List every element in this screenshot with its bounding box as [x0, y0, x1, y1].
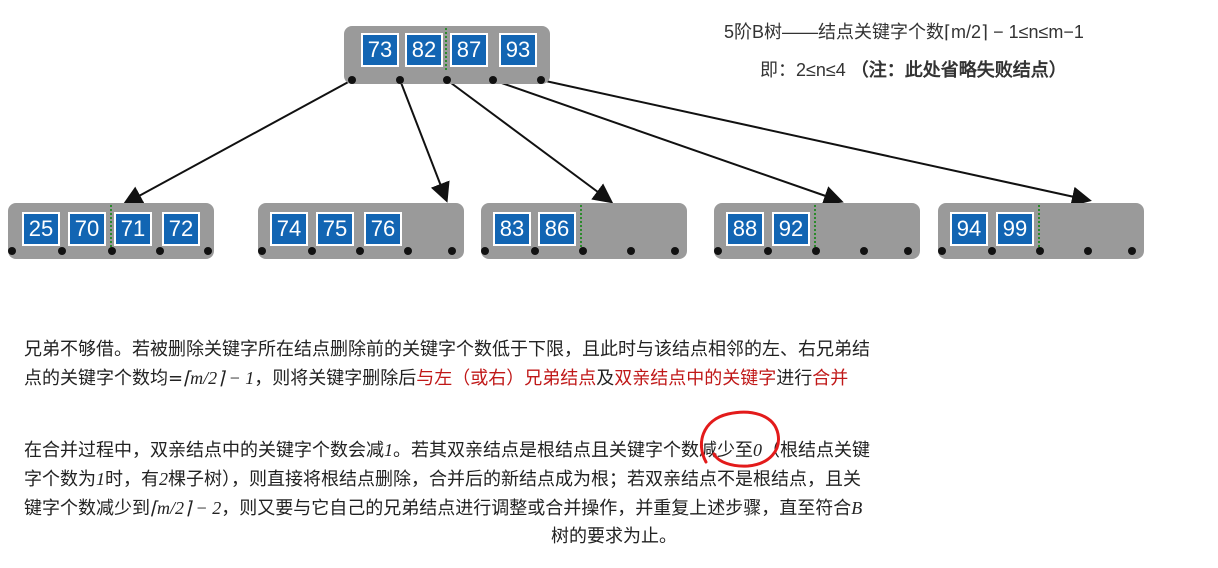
root-key-2: 82 — [405, 33, 443, 67]
child1-pointer-2 — [58, 247, 66, 255]
tree-order-formula: 5阶B树——结点关键字个数⌈m/2⌉ − 1≤n≤m−1 — [724, 22, 1084, 42]
child2-key-3: 76 — [364, 212, 402, 246]
paragraph-merge-process: 在合并过程中，双亲结点中的关键字个数会减1。若其双亲结点是根结点且关键字个数减少… — [24, 436, 1204, 551]
para2-text-b: 。若其双亲结点是 — [393, 440, 537, 461]
child1-key-2: 70 — [68, 212, 106, 246]
child5-pointer-4 — [1084, 247, 1092, 255]
para1-red-merge: 合并 — [812, 368, 849, 389]
child1-pointer-3 — [108, 247, 116, 255]
child5-pointer-3 — [1036, 247, 1044, 255]
child5-key-1: 94 — [950, 212, 988, 246]
child1-key-4: 72 — [162, 212, 200, 246]
root-divider — [445, 28, 447, 70]
para1-line1: 兄弟不够借。若被删除关键字所在结点删除前的关键字个数低于下限，且此时与该结点相邻… — [24, 339, 870, 360]
edge-root-child-4 — [492, 79, 844, 206]
root-node: 73 82 87 93 — [344, 26, 550, 84]
child4-pointer-2 — [764, 247, 772, 255]
para1-text-c: 及 — [596, 368, 615, 389]
child3-key-1: 83 — [493, 212, 531, 246]
para1-red-sibling: 与左（或右）兄弟结点 — [416, 368, 597, 389]
para2-line3-b-tree: B — [851, 498, 863, 518]
child4-pointer-1 — [714, 247, 722, 255]
child1-pointer-4 — [156, 247, 164, 255]
para2-line2-a: 字个数为 — [24, 469, 96, 490]
para1-text-b: ，则将关键字删除后 — [254, 368, 417, 389]
child1-pointer-1 — [8, 247, 16, 255]
tree-order-range: 即：2≤n≤4 （注：此处省略失败结点） — [760, 56, 1067, 82]
para2-line3: 键字个数减少到⌈m/2⌉ − 2，则又要与它自己的兄弟结点进行调整或合并操作，并… — [24, 494, 1204, 523]
child2-pointer-3 — [356, 247, 364, 255]
edge-root-child-2 — [399, 79, 450, 203]
child2-key-2: 75 — [316, 212, 354, 246]
child3-pointer-3 — [579, 247, 587, 255]
child4-pointer-3 — [812, 247, 820, 255]
range-note: （注：此处省略失败结点） — [850, 60, 1067, 80]
root-key-1: 73 — [361, 33, 399, 67]
para2-line2: 字个数为1时，有2棵子树），则直接将根结点删除，合并后的新结点成为根；若双亲结点… — [24, 465, 1204, 494]
child5-divider — [1038, 205, 1040, 247]
para2-line3-b: ，则又要与它自己的兄弟结点进行调整或合并操作，并重复上述步骤，直至符合 — [221, 498, 852, 519]
root-key-4: 93 — [499, 33, 537, 67]
child-node-5: 94 99 — [938, 203, 1144, 259]
child2-key-1: 74 — [270, 212, 308, 246]
child4-divider — [814, 205, 816, 247]
root-pointer-1 — [348, 76, 356, 84]
child-node-3: 83 86 — [481, 203, 687, 259]
para1-formula: ⌈m/2⌉ − 1 — [183, 368, 255, 388]
para2-line1: 在合并过程中，双亲结点中的关键字个数会减1。若其双亲结点是根结点且关键字个数减少… — [24, 436, 1204, 465]
range-text: 即：2≤n≤4 — [760, 60, 851, 80]
edge-root-child-3 — [446, 79, 614, 204]
root-pointer-3 — [443, 76, 451, 84]
child2-pointer-1 — [258, 247, 266, 255]
child5-pointer-2 — [988, 247, 996, 255]
para2-text-a: 在合并过程中，双亲结点中的关键字个数会减 — [24, 440, 384, 461]
paragraph-merge-rule: 兄弟不够借。若被删除关键字所在结点删除前的关键字个数低于下限，且此时与该结点相邻… — [24, 336, 1204, 393]
child3-divider — [580, 205, 582, 247]
root-pointer-5 — [537, 76, 545, 84]
para2-line3-formula: ⌈m/2⌉ − 2 — [150, 498, 222, 518]
para2-root-node-term: 根结点 — [537, 440, 591, 461]
annotation-circle — [699, 410, 780, 468]
child3-pointer-2 — [531, 247, 539, 255]
child4-key-1: 88 — [726, 212, 764, 246]
para1-text-a: 点的关键字个数均= — [24, 368, 184, 389]
para2-line4: 树的要求为止。 — [551, 526, 677, 547]
para1-line2: 点的关键字个数均=⌈m/2⌉ − 1，则将关键字删除后与左（或右）兄弟结点及双亲… — [24, 364, 1204, 393]
child2-pointer-5 — [448, 247, 456, 255]
root-pointer-4 — [489, 76, 497, 84]
child-node-2: 74 75 76 — [258, 203, 464, 259]
child4-key-2: 92 — [772, 212, 810, 246]
child1-key-3: 71 — [114, 212, 152, 246]
child2-pointer-4 — [404, 247, 412, 255]
para2-math-one: 1 — [384, 440, 393, 460]
para2-line2-b: 时，有 — [105, 469, 159, 490]
child1-divider — [110, 205, 112, 247]
child3-pointer-4 — [627, 247, 635, 255]
child3-pointer-5 — [671, 247, 679, 255]
child4-pointer-5 — [904, 247, 912, 255]
root-pointer-2 — [396, 76, 404, 84]
para2-line3-a: 键字个数减少到 — [24, 498, 150, 519]
child-node-4: 88 92 — [714, 203, 920, 259]
para1-text-d: 进行 — [776, 368, 813, 389]
edge-root-child-1 — [122, 79, 353, 205]
para2-line2-two: 2 — [159, 469, 168, 489]
child3-pointer-1 — [481, 247, 489, 255]
para1-red-parent-key: 双亲结点中的关键字 — [614, 368, 777, 389]
child3-key-2: 86 — [538, 212, 576, 246]
child4-pointer-4 — [860, 247, 868, 255]
child2-pointer-2 — [308, 247, 316, 255]
para2-line2-math: 1 — [96, 469, 105, 489]
child1-pointer-5 — [204, 247, 212, 255]
child-node-1: 25 70 71 72 — [8, 203, 214, 259]
edge-root-child-5 — [540, 79, 1092, 207]
child5-key-2: 99 — [996, 212, 1034, 246]
child5-pointer-1 — [938, 247, 946, 255]
child1-key-1: 25 — [22, 212, 60, 246]
root-key-3: 87 — [450, 33, 488, 67]
child5-pointer-5 — [1128, 247, 1136, 255]
